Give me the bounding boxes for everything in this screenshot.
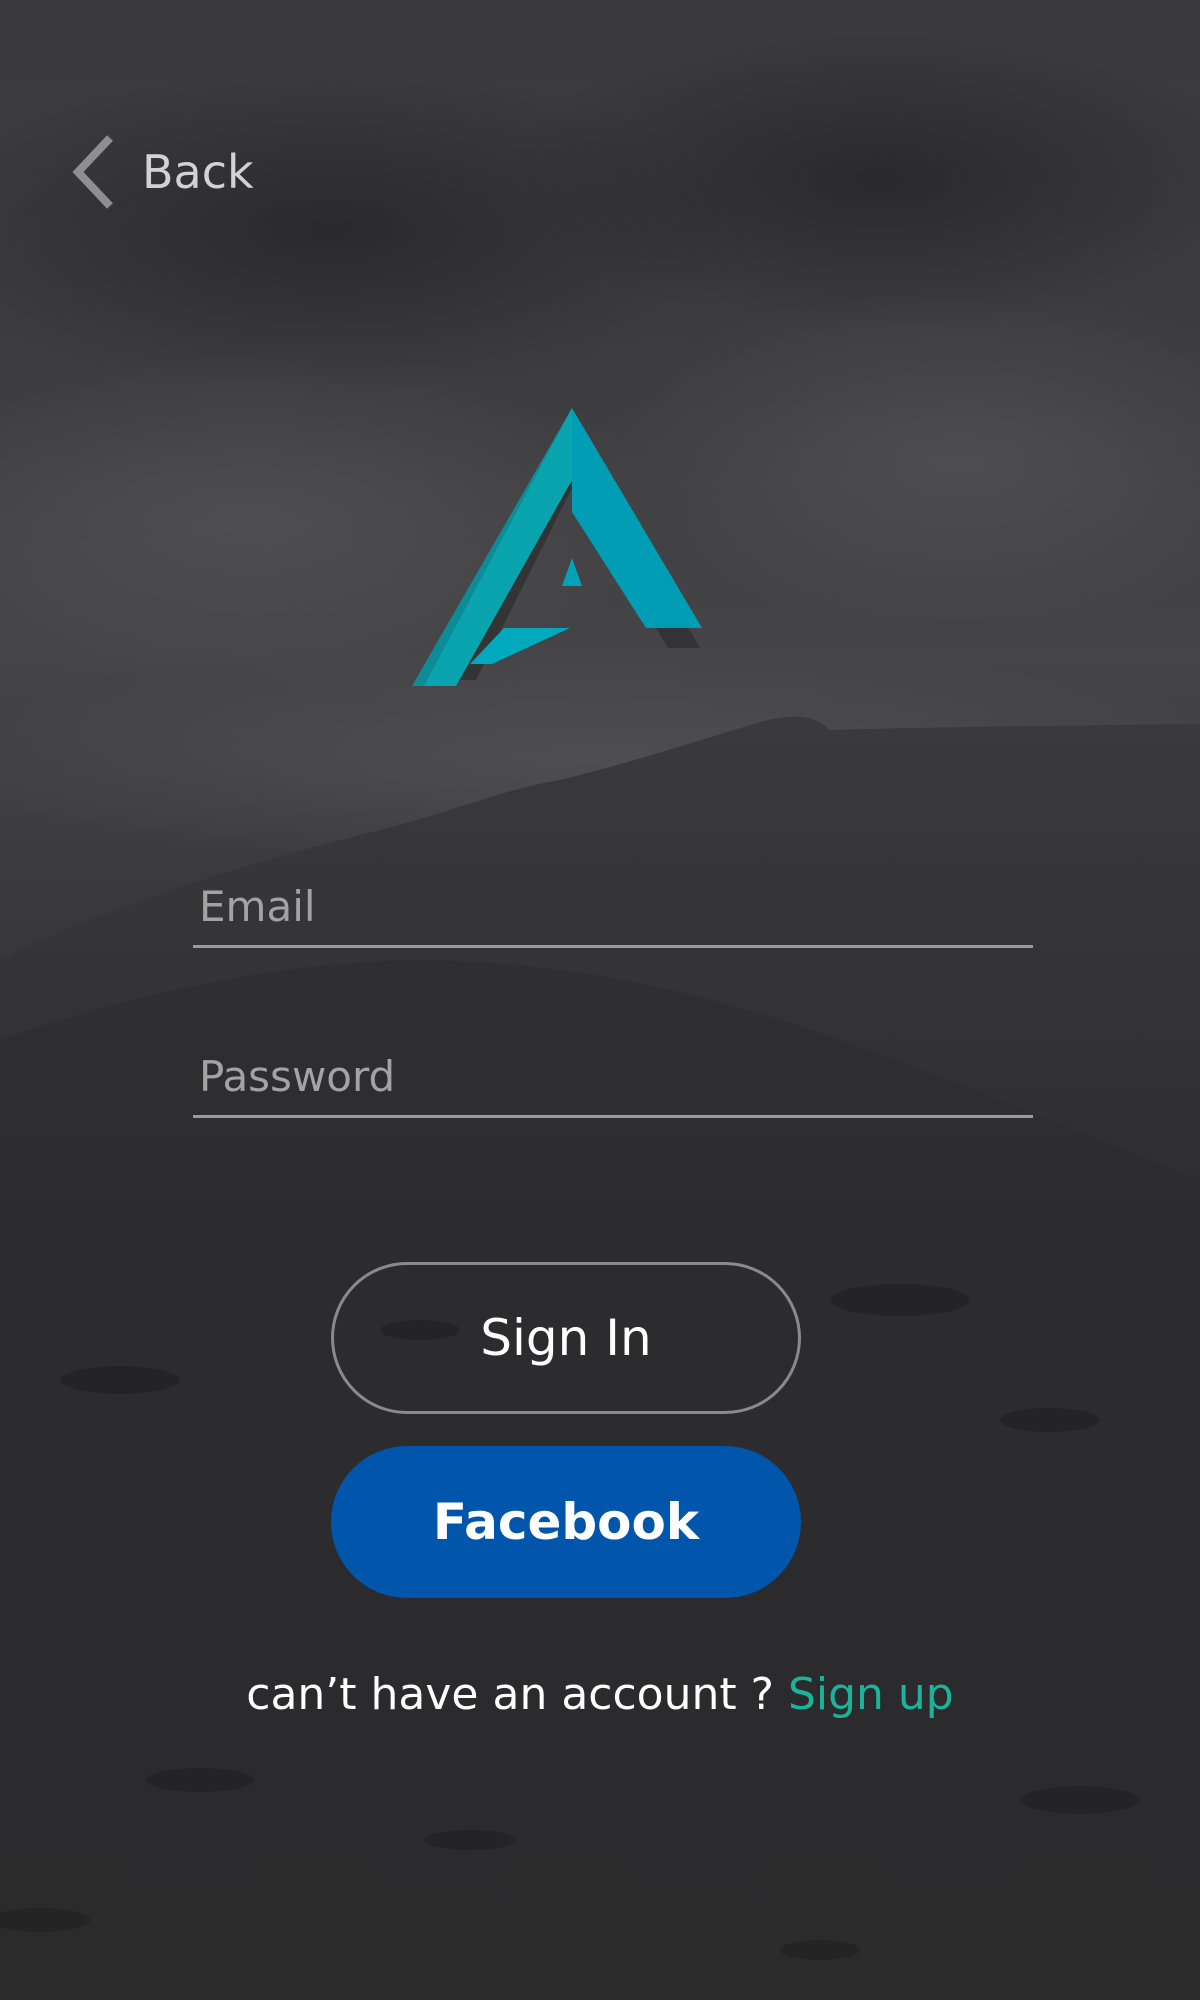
email-input[interactable] (193, 868, 1033, 944)
sign-in-label: Sign In (480, 1309, 652, 1367)
sign-up-link[interactable]: Sign up (788, 1669, 954, 1720)
facebook-label: Facebook (432, 1493, 700, 1551)
signup-prompt-text: can’t have an account ? (246, 1669, 774, 1720)
email-field[interactable] (193, 868, 1033, 948)
login-screen: Back Sign In Facebook can’t have an acco… (0, 0, 1200, 2000)
password-field[interactable] (193, 1038, 1033, 1118)
chevron-left-icon (72, 135, 113, 209)
signup-prompt: can’t have an account ? Sign up (0, 1660, 1200, 1730)
facebook-login-button[interactable]: Facebook (331, 1446, 801, 1598)
back-label: Back (142, 145, 254, 199)
triangle-a-logo (412, 408, 702, 686)
password-input[interactable] (193, 1038, 1033, 1114)
back-button[interactable]: Back (70, 132, 254, 212)
sign-in-button[interactable]: Sign In (331, 1262, 801, 1414)
